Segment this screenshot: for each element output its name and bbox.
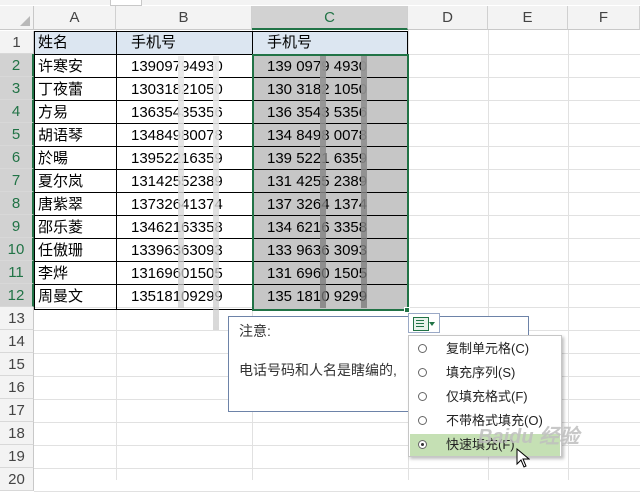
- header-phone-formatted-cell[interactable]: 手机号: [267, 31, 405, 54]
- phone-cell[interactable]: 13462163358: [131, 216, 249, 239]
- row-header[interactable]: 7: [0, 169, 34, 192]
- name-cell[interactable]: 於暘: [38, 147, 114, 170]
- radio-icon: [418, 440, 427, 449]
- row-header[interactable]: 11: [0, 261, 34, 284]
- name-cell[interactable]: 胡语琴: [38, 124, 114, 147]
- selection-range: [252, 54, 409, 311]
- row-header[interactable]: 10: [0, 238, 34, 261]
- autofill-menu-item-label: 填充序列(S): [446, 365, 516, 380]
- name-cell[interactable]: 夏尔岚: [38, 170, 114, 193]
- row-header[interactable]: 18: [0, 422, 34, 445]
- row-header[interactable]: 13: [0, 307, 34, 330]
- name-cell[interactable]: 许寒安: [38, 55, 114, 78]
- radio-icon: [418, 392, 427, 401]
- phone-cell[interactable]: 13484980078: [131, 124, 249, 147]
- column-header-f[interactable]: F: [568, 6, 640, 30]
- comment-title: 注意:: [239, 323, 271, 339]
- autofill-options-icon: [413, 317, 429, 331]
- autofill-options-button[interactable]: [408, 313, 440, 333]
- row-header[interactable]: 15: [0, 353, 34, 376]
- name-cell[interactable]: 丁夜蕾: [38, 78, 114, 101]
- phone-cell[interactable]: 13396363093: [131, 239, 249, 262]
- autofill-menu-item[interactable]: 仅填充格式(F): [410, 386, 560, 408]
- phone-cell[interactable]: 13635435356: [131, 101, 249, 124]
- row-header[interactable]: 12: [0, 284, 34, 307]
- name-cell[interactable]: 李烨: [38, 262, 114, 285]
- name-cell[interactable]: 方易: [38, 101, 114, 124]
- name-cell[interactable]: 唐紫翠: [38, 193, 114, 216]
- phone-cell[interactable]: 13518109299: [131, 285, 249, 308]
- phone-cell[interactable]: 13909794930: [131, 55, 249, 78]
- header-name-cell[interactable]: 姓名: [38, 31, 114, 54]
- autofill-menu-item-label: 仅填充格式(F): [446, 389, 528, 404]
- autofill-menu-item[interactable]: 复制单元格(C): [410, 338, 560, 360]
- name-cell[interactable]: 邵乐菱: [38, 216, 114, 239]
- header-phone-cell[interactable]: 手机号: [131, 31, 249, 54]
- select-all-corner[interactable]: [0, 6, 34, 30]
- comment-body: 电话号码和人名是瞎编的,: [239, 362, 397, 378]
- radio-icon: [418, 368, 427, 377]
- column-header-d[interactable]: D: [408, 6, 488, 30]
- top-strip: [0, 0, 640, 6]
- row-header[interactable]: 2: [0, 54, 34, 77]
- autofill-menu-item[interactable]: 填充序列(S): [410, 362, 560, 384]
- row-header[interactable]: 5: [0, 123, 34, 146]
- column-header-e[interactable]: E: [488, 6, 568, 30]
- row-header[interactable]: 16: [0, 376, 34, 399]
- name-cell[interactable]: 任傲珊: [38, 239, 114, 262]
- column-header-a[interactable]: A: [34, 6, 116, 30]
- row-header[interactable]: 14: [0, 330, 34, 353]
- phone-cell[interactable]: 13732641374: [131, 193, 249, 216]
- column-header-b[interactable]: B: [116, 6, 252, 30]
- row-header[interactable]: 1: [0, 31, 34, 54]
- column-header-c[interactable]: C: [252, 6, 408, 30]
- blur-stripe: [213, 56, 219, 330]
- watermark: Baidu 经验: [478, 426, 580, 448]
- mouse-cursor-icon: [516, 448, 530, 468]
- radio-icon: [418, 344, 427, 353]
- row-header[interactable]: 6: [0, 146, 34, 169]
- row-header[interactable]: 17: [0, 399, 34, 422]
- name-cell[interactable]: 周曼文: [38, 285, 114, 308]
- row-header[interactable]: 3: [0, 77, 34, 100]
- phone-cell[interactable]: 13952216359: [131, 147, 249, 170]
- row-header[interactable]: 19: [0, 445, 34, 468]
- phone-cell[interactable]: 13169601505: [131, 262, 249, 285]
- autofill-menu-item-label: 复制单元格(C): [446, 341, 530, 356]
- row-header[interactable]: 9: [0, 215, 34, 238]
- radio-icon: [418, 416, 427, 425]
- row-header[interactable]: 8: [0, 192, 34, 215]
- phone-cell[interactable]: 13142552389: [131, 170, 249, 193]
- row-header[interactable]: 4: [0, 100, 34, 123]
- blur-stripe: [178, 56, 184, 308]
- phone-cell[interactable]: 13031821050: [131, 78, 249, 101]
- chevron-down-icon: [429, 322, 435, 326]
